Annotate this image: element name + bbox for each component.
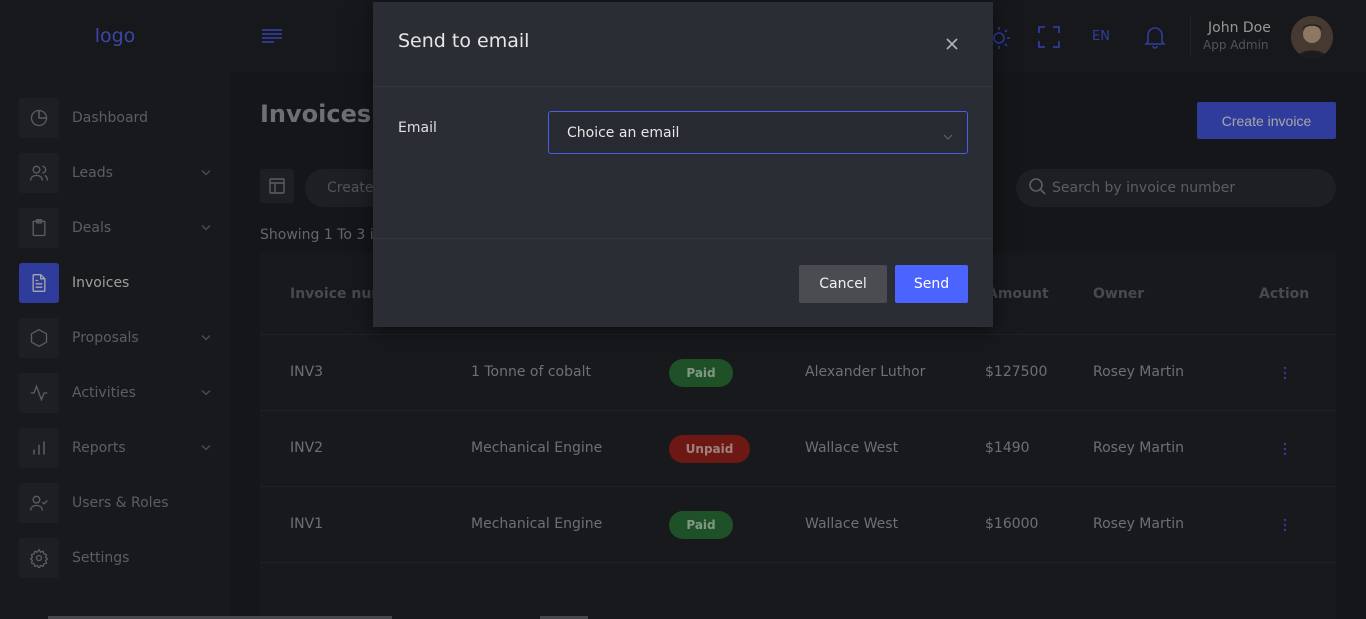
modal-title: Send to email (398, 30, 530, 52)
modal-footer: Cancel Send (373, 238, 993, 327)
email-select-value: Choice an email (567, 124, 680, 141)
email-select[interactable]: Choice an email (548, 111, 968, 154)
send-email-modal: Send to email Email Choice an email Canc… (373, 2, 993, 327)
chevron-down-icon (943, 129, 953, 145)
email-label: Email (398, 120, 437, 136)
close-icon[interactable] (945, 36, 959, 55)
cancel-button[interactable]: Cancel (799, 265, 887, 303)
send-button[interactable]: Send (895, 265, 968, 303)
modal-header: Send to email (373, 2, 993, 87)
app-root: logo Dashboard Leads Deals Invoices Prop… (0, 0, 1366, 619)
